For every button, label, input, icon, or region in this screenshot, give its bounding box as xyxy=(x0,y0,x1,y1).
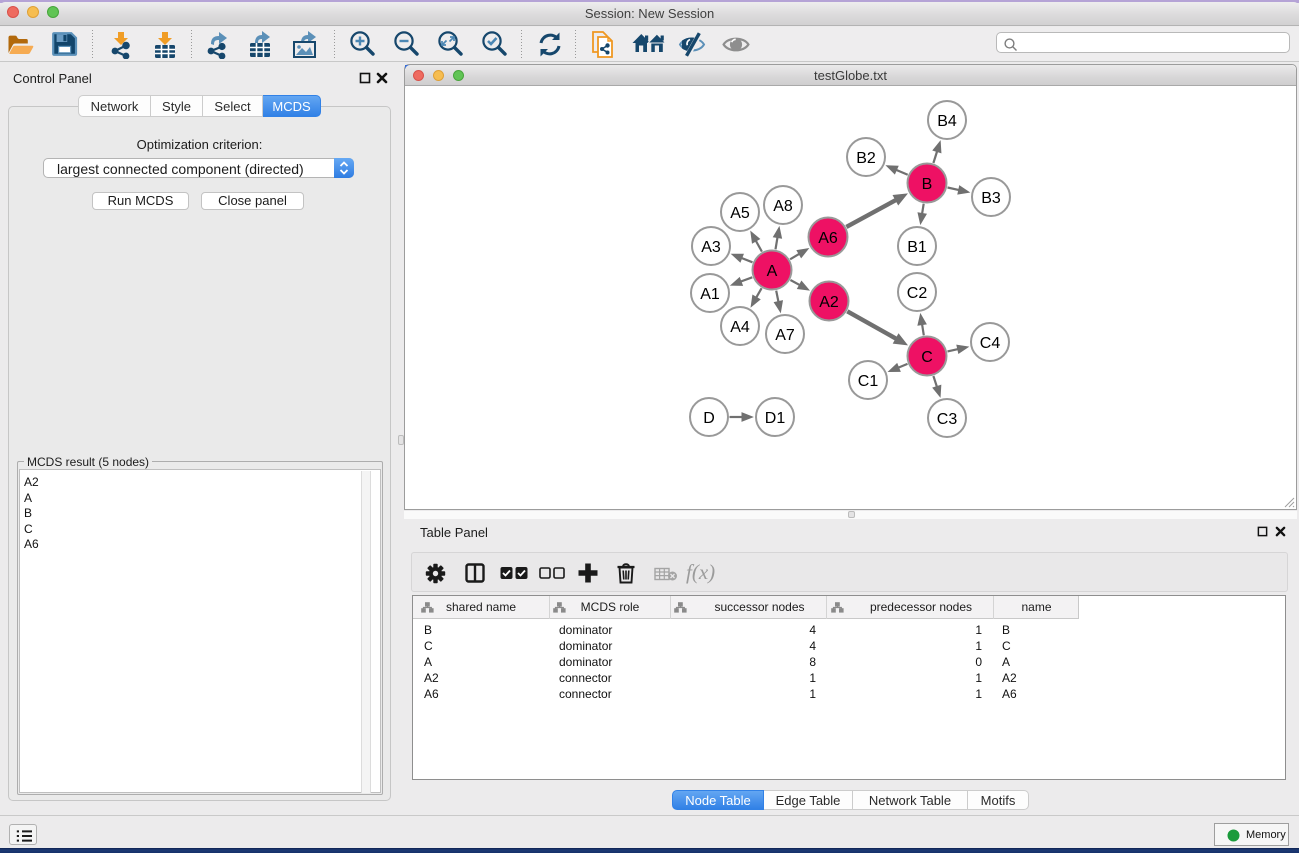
svg-text:C2: C2 xyxy=(907,285,928,302)
svg-text:B3: B3 xyxy=(981,190,1001,207)
svg-text:B: B xyxy=(922,176,933,193)
svg-text:A7: A7 xyxy=(775,327,795,344)
svg-text:A4: A4 xyxy=(730,319,750,336)
svg-text:C3: C3 xyxy=(937,411,958,428)
svg-text:B4: B4 xyxy=(937,113,957,130)
svg-text:A: A xyxy=(767,263,778,280)
svg-text:C1: C1 xyxy=(858,373,879,390)
svg-text:A5: A5 xyxy=(730,205,750,222)
svg-text:D1: D1 xyxy=(765,410,786,427)
svg-text:A1: A1 xyxy=(700,286,720,303)
svg-text:B1: B1 xyxy=(907,239,927,256)
svg-text:A6: A6 xyxy=(818,230,838,247)
svg-text:C4: C4 xyxy=(980,335,1001,352)
svg-text:A2: A2 xyxy=(819,294,839,311)
svg-text:B2: B2 xyxy=(856,150,876,167)
svg-text:A3: A3 xyxy=(701,239,721,256)
svg-text:D: D xyxy=(703,410,715,427)
svg-text:A8: A8 xyxy=(773,198,793,215)
svg-text:C: C xyxy=(921,349,933,366)
